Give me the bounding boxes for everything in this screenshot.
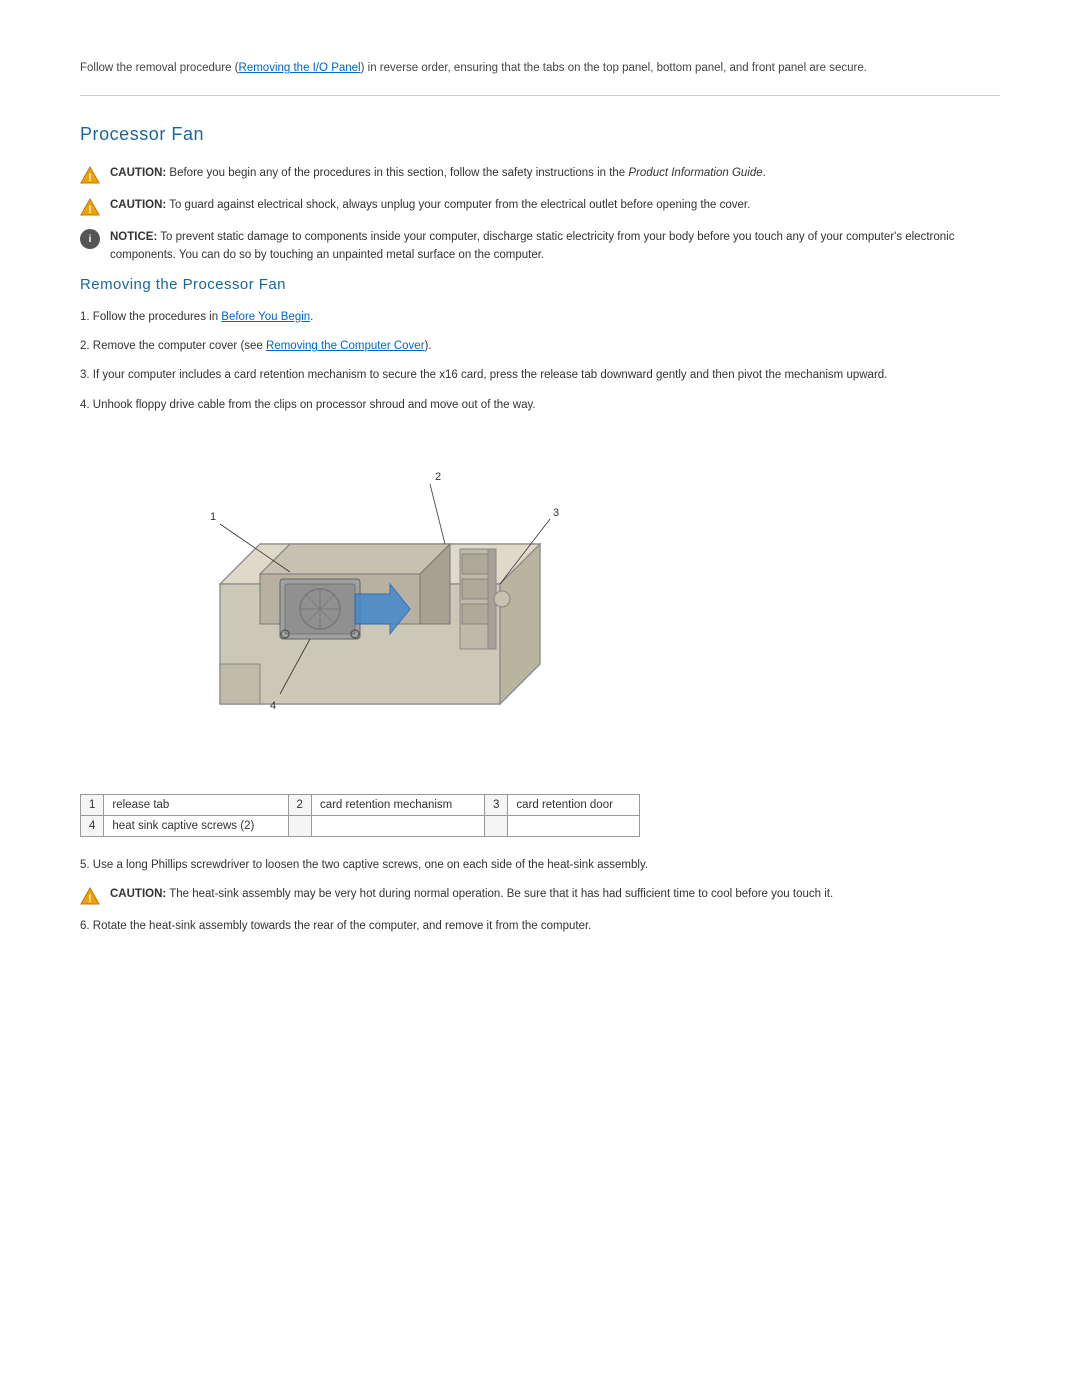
step-3: If your computer includes a card retenti…: [80, 367, 1000, 384]
section-divider: [80, 95, 1000, 96]
step-2: Remove the computer cover (see Removing …: [80, 338, 1000, 355]
part-label-3: card retention door: [508, 794, 640, 815]
part-label-5: [311, 815, 484, 836]
svg-text:!: !: [88, 893, 92, 905]
remove-cover-link[interactable]: Removing the Computer Cover: [266, 340, 425, 352]
svg-text:4: 4: [270, 700, 276, 712]
svg-text:3: 3: [553, 507, 559, 519]
step-6: Rotate the heat-sink assembly towards th…: [80, 918, 1000, 935]
parts-table: 1 release tab 2 card retention mechanism…: [80, 794, 640, 837]
part-num-5: [288, 815, 311, 836]
caution-icon-3: !: [80, 886, 100, 906]
part-label-2: card retention mechanism: [311, 794, 484, 815]
part-num-6: [484, 815, 507, 836]
svg-text:1: 1: [210, 511, 216, 523]
part-label-4: heat sink captive screws (2): [104, 815, 288, 836]
table-row-1: 1 release tab 2 card retention mechanism…: [81, 794, 640, 815]
step-6-list: Rotate the heat-sink assembly towards th…: [80, 918, 1000, 935]
diagram-container: 1 2 3 4: [140, 434, 560, 774]
caution-block-1: ! CAUTION: Before you begin any of the p…: [80, 165, 1000, 185]
caution-icon-1: !: [80, 165, 100, 185]
caution-block-3: ! CAUTION: The heat-sink assembly may be…: [80, 886, 1000, 906]
caution-block-2: ! CAUTION: To guard against electrical s…: [80, 197, 1000, 217]
notice-icon-1: i: [80, 229, 100, 249]
table-row-2: 4 heat sink captive screws (2): [81, 815, 640, 836]
svg-text:!: !: [88, 204, 92, 216]
subsection-title: Removing the Processor Fan: [80, 276, 1000, 293]
diagram-svg: 1 2 3 4: [140, 434, 560, 754]
part-num-1: 1: [81, 794, 104, 815]
step-5: Use a long Phillips screwdriver to loose…: [80, 857, 1000, 874]
step-5-list: Use a long Phillips screwdriver to loose…: [80, 857, 1000, 874]
part-num-4: 4: [81, 815, 104, 836]
svg-text:2: 2: [435, 471, 441, 483]
part-label-6: [508, 815, 640, 836]
part-num-3: 3: [484, 794, 507, 815]
intro-paragraph: Follow the removal procedure (Removing t…: [80, 60, 1000, 77]
io-panel-link[interactable]: Removing the I/O Panel: [239, 62, 361, 74]
before-you-begin-link[interactable]: Before You Begin: [221, 311, 310, 323]
step-1: Follow the procedures in Before You Begi…: [80, 309, 1000, 326]
notice-block-1: i NOTICE: To prevent static damage to co…: [80, 229, 1000, 264]
section-title: Processor Fan: [80, 124, 1000, 145]
part-num-2: 2: [288, 794, 311, 815]
step-4: Unhook floppy drive cable from the clips…: [80, 397, 1000, 414]
part-label-1: release tab: [104, 794, 288, 815]
steps-list: Follow the procedures in Before You Begi…: [80, 309, 1000, 414]
caution-icon-2: !: [80, 197, 100, 217]
svg-text:!: !: [88, 172, 92, 184]
